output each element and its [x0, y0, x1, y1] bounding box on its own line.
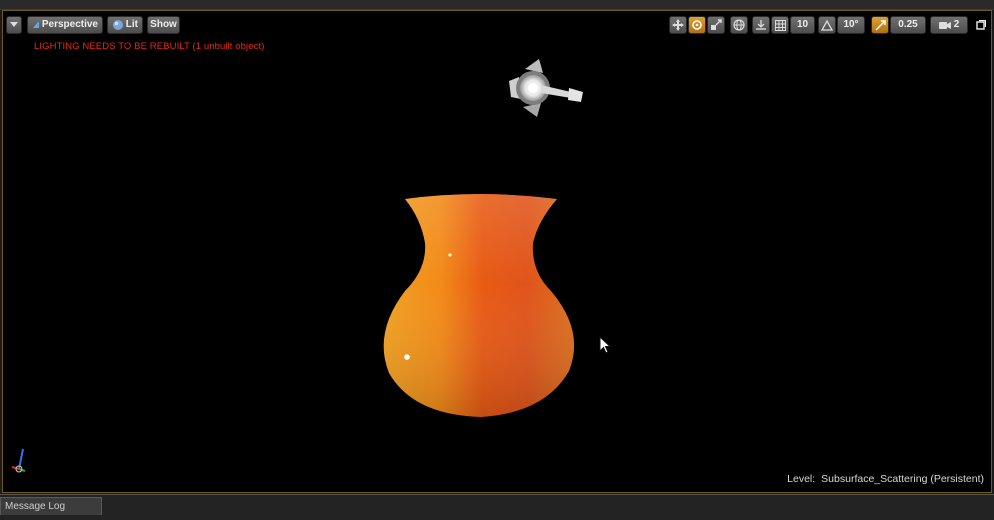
maximize-viewport-button[interactable] — [973, 16, 989, 34]
camera-icon — [938, 22, 951, 29]
bottom-panel-bar: Message Log — [0, 494, 994, 520]
grid-snap-value-label: 10 — [796, 19, 809, 30]
level-name: Subsurface_Scattering (Persistent) — [821, 473, 984, 485]
camera-speed-button[interactable]: 2 — [930, 16, 968, 34]
chevron-down-icon — [10, 22, 18, 27]
scale-mode-button[interactable] — [707, 16, 725, 34]
current-level-indicator: Level: Subsurface_Scattering (Persistent) — [787, 473, 984, 485]
window-top-strip — [0, 0, 994, 10]
lit-label: Lit — [125, 19, 138, 30]
vase-mesh[interactable] — [373, 191, 583, 421]
viewport-options-menu[interactable] — [6, 16, 22, 34]
view-mode-lit-button[interactable]: Lit — [107, 16, 143, 34]
perspective-icon — [33, 22, 39, 28]
translate-mode-button[interactable] — [669, 16, 687, 34]
camera-speed-label: 2 — [953, 19, 960, 30]
scale-snap-value[interactable]: 0.25 — [890, 16, 926, 34]
spotlight-icon[interactable] — [503, 55, 593, 125]
rotate-icon — [692, 20, 702, 30]
maximize-icon — [976, 20, 986, 30]
lighting-rebuild-warning: LIGHTING NEEDS TO BE REBUILT (1 unbuilt … — [34, 41, 265, 52]
world-local-toggle[interactable] — [730, 16, 748, 34]
grid-snap-toggle[interactable] — [771, 16, 789, 34]
grid-snap-value[interactable]: 10 — [790, 16, 815, 34]
level-label: Level: — [787, 473, 816, 485]
perspective-button[interactable]: Perspective — [27, 16, 103, 34]
level-viewport[interactable]: Perspective Lit Show 10 10° 0.25 2 LIGHT… — [2, 10, 992, 493]
show-menu-button[interactable]: Show — [147, 16, 180, 34]
rotation-snap-value-label: 10° — [843, 19, 859, 30]
show-label: Show — [150, 19, 177, 30]
message-log-tab[interactable]: Message Log — [0, 497, 102, 515]
scale-snap-toggle[interactable] — [871, 16, 889, 34]
globe-icon — [733, 19, 745, 31]
rotation-snap-toggle[interactable] — [818, 16, 836, 34]
perspective-label: Perspective — [41, 19, 98, 30]
surface-snap-icon — [756, 20, 766, 30]
axis-gizmo-icon — [11, 448, 26, 473]
lit-sphere-icon — [113, 20, 123, 30]
scale-snap-icon — [874, 19, 886, 31]
angle-icon — [821, 19, 833, 31]
rotation-snap-value[interactable]: 10° — [837, 16, 865, 34]
rotate-mode-button[interactable] — [688, 16, 706, 34]
scale-icon — [711, 19, 722, 30]
grid-icon — [774, 19, 786, 31]
surface-snapping-button[interactable] — [752, 16, 770, 34]
scale-snap-value-label: 0.25 — [898, 19, 918, 30]
move-arrows-icon — [672, 19, 684, 31]
mouse-cursor-icon — [599, 336, 612, 354]
